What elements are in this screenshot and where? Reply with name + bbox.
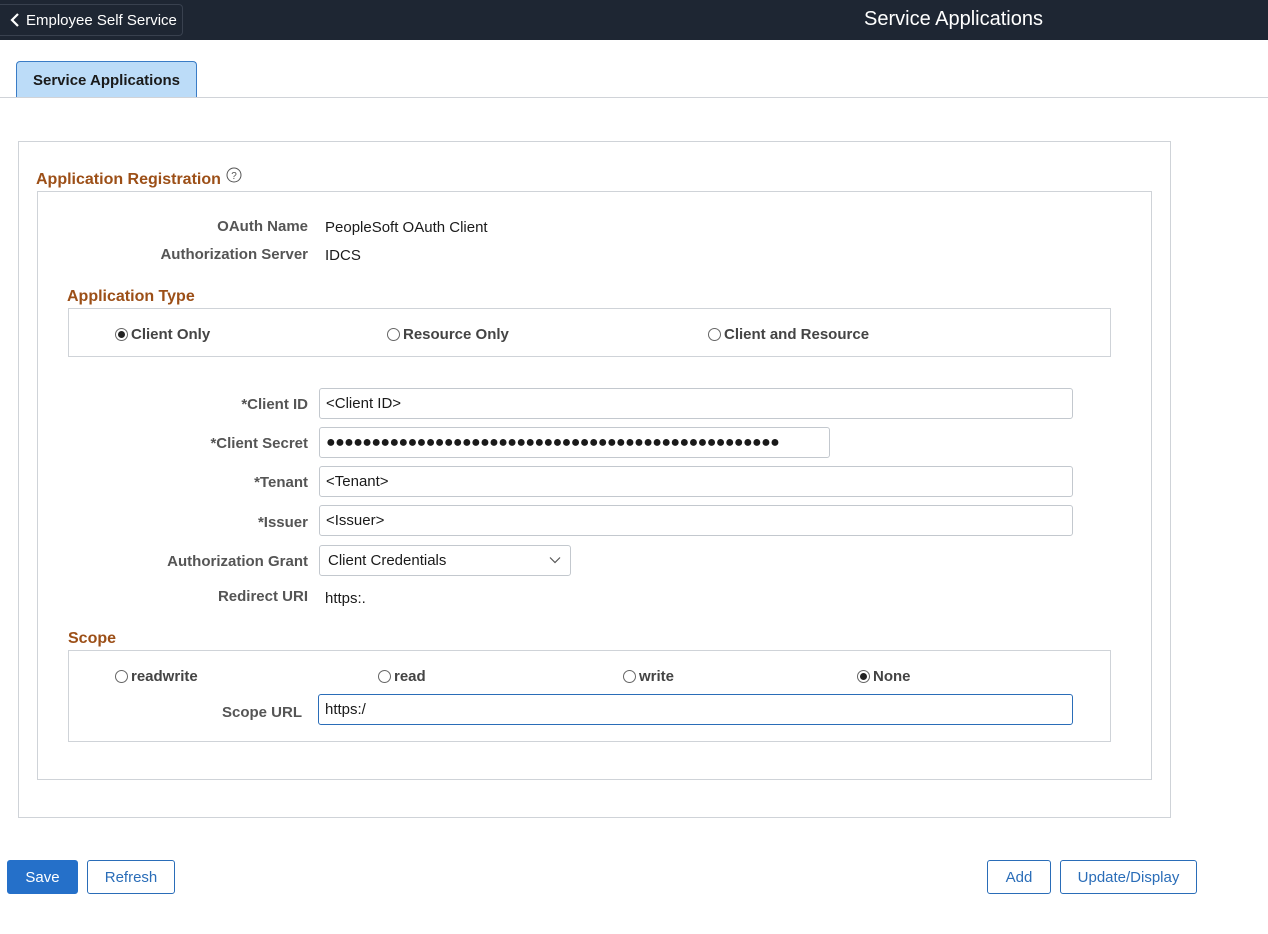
scope-url-input[interactable] bbox=[318, 694, 1073, 725]
chevron-left-icon bbox=[10, 13, 19, 27]
radio-unchecked-icon bbox=[115, 670, 128, 683]
top-header-bar: Employee Self Service Service Applicatio… bbox=[0, 0, 1268, 40]
back-button-label: Employee Self Service bbox=[26, 11, 177, 29]
svg-text:?: ? bbox=[231, 171, 237, 182]
back-button[interactable]: Employee Self Service bbox=[0, 4, 183, 36]
section-title-application-registration: Application Registration bbox=[36, 171, 221, 188]
tenant-input[interactable] bbox=[319, 466, 1073, 497]
radio-client-only[interactable]: Client Only bbox=[115, 326, 210, 343]
authorization-grant-value: Client Credentials bbox=[328, 552, 447, 569]
radio-unchecked-icon bbox=[708, 328, 721, 341]
tenant-label: *Tenant bbox=[254, 474, 308, 491]
radio-resource-only[interactable]: Resource Only bbox=[387, 326, 509, 343]
add-button[interactable]: Add bbox=[987, 860, 1051, 894]
authorization-grant-select[interactable]: Client Credentials bbox=[319, 545, 571, 576]
authorization-server-value: IDCS bbox=[325, 247, 361, 264]
issuer-input[interactable] bbox=[319, 505, 1073, 536]
client-secret-input[interactable]: ●●●●●●●●●●●●●●●●●●●●●●●●●●●●●●●●●●●●●●●●… bbox=[319, 427, 830, 458]
application-type-group bbox=[68, 308, 1111, 357]
section-title-application-type: Application Type bbox=[67, 288, 195, 305]
authorization-server-label: Authorization Server bbox=[160, 246, 308, 263]
radio-unchecked-icon bbox=[623, 670, 636, 683]
redirect-uri-value: https:. bbox=[325, 590, 366, 607]
oauth-name-label: OAuth Name bbox=[217, 218, 308, 235]
client-secret-label: *Client Secret bbox=[210, 435, 308, 452]
radio-unchecked-icon bbox=[387, 328, 400, 341]
oauth-name-value: PeopleSoft OAuth Client bbox=[325, 219, 488, 236]
radio-scope-none[interactable]: None bbox=[857, 668, 911, 685]
update-display-button[interactable]: Update/Display bbox=[1060, 860, 1197, 894]
chevron-down-icon bbox=[549, 557, 561, 564]
refresh-button[interactable]: Refresh bbox=[87, 860, 175, 894]
radio-scope-write[interactable]: write bbox=[623, 668, 674, 685]
client-id-label: *Client ID bbox=[241, 396, 308, 413]
scope-url-label: Scope URL bbox=[221, 704, 302, 721]
radio-scope-readwrite[interactable]: readwrite bbox=[115, 668, 198, 685]
radio-checked-icon bbox=[115, 328, 128, 341]
tab-divider bbox=[0, 97, 1268, 98]
section-title-scope: Scope bbox=[68, 630, 117, 647]
save-button[interactable]: Save bbox=[7, 860, 78, 894]
tab-service-applications[interactable]: Service Applications bbox=[16, 61, 197, 98]
radio-client-and-resource[interactable]: Client and Resource bbox=[708, 326, 869, 343]
radio-checked-icon bbox=[857, 670, 870, 683]
client-id-input[interactable] bbox=[319, 388, 1073, 419]
radio-unchecked-icon bbox=[378, 670, 391, 683]
redirect-uri-label: Redirect URI bbox=[217, 588, 308, 605]
page-title: Service Applications bbox=[864, 8, 1043, 30]
issuer-label: *Issuer bbox=[257, 514, 308, 531]
question-circle-icon[interactable]: ? bbox=[226, 167, 242, 183]
radio-scope-read[interactable]: read bbox=[378, 668, 426, 685]
authorization-grant-label: Authorization Grant bbox=[167, 553, 308, 570]
